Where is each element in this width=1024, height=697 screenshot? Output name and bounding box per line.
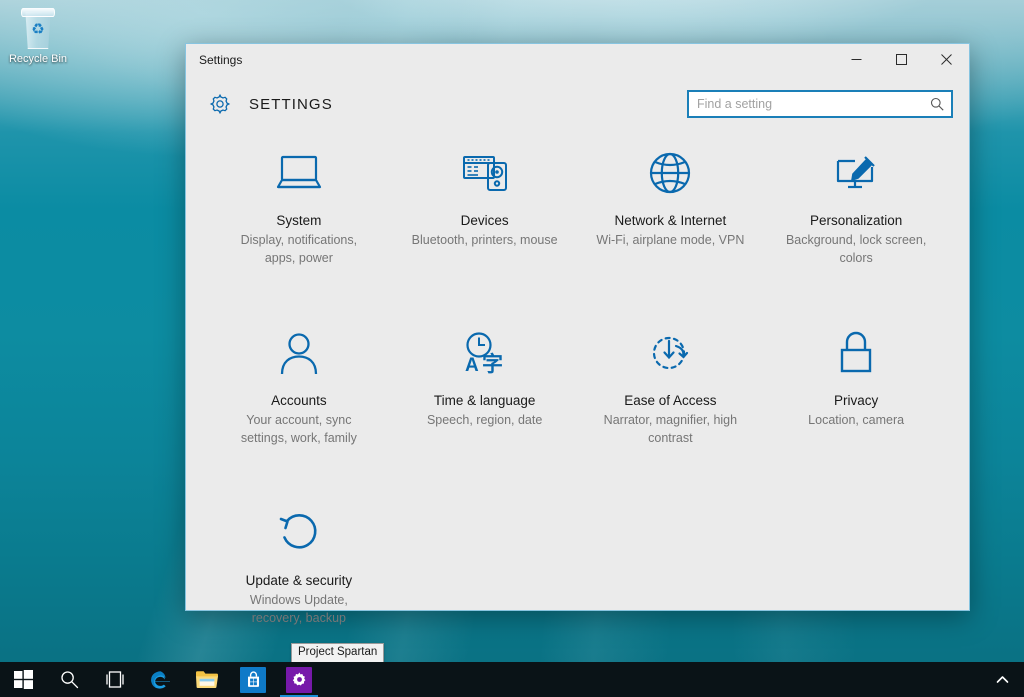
settings-tile-ease-of-access[interactable]: Ease of Access Narrator, magnifier, high… (578, 317, 764, 497)
tile-title: System (276, 213, 322, 228)
taskbar-tooltip: Project Spartan (291, 643, 385, 663)
tile-title: Ease of Access (624, 393, 717, 408)
settings-tile-privacy[interactable]: Privacy Location, camera (763, 317, 949, 497)
settings-tile-accounts[interactable]: Accounts Your account, sync settings, wo… (206, 317, 392, 497)
task-view-icon (104, 671, 126, 688)
start-button[interactable] (0, 662, 46, 697)
windows-logo-icon (13, 670, 33, 689)
search-icon (60, 670, 79, 689)
recycle-bin-lid (21, 8, 55, 17)
page-title: SETTINGS (249, 95, 333, 113)
clock-language-icon: A 字 (457, 325, 513, 381)
minimize-button[interactable] (834, 44, 879, 75)
devices-icon (457, 145, 513, 201)
taskbar-empty-area (322, 662, 988, 697)
maximize-button[interactable] (879, 44, 924, 75)
desktop-icon-label: Recycle Bin (8, 53, 68, 65)
gear-icon (286, 666, 312, 693)
desktop[interactable]: ♻ Recycle Bin Settings SETTINGS Find a s… (0, 0, 1024, 697)
laptop-icon (271, 145, 327, 201)
store-button[interactable] (230, 662, 276, 697)
desktop-icon-recycle-bin[interactable]: ♻ Recycle Bin (6, 6, 70, 65)
svg-text:字: 字 (482, 352, 503, 376)
tile-description: Location, camera (808, 413, 905, 427)
tile-title: Personalization (809, 213, 903, 228)
store-bag-icon (240, 666, 266, 693)
globe-icon (642, 145, 698, 201)
edge-button[interactable] (138, 662, 184, 697)
tile-title: Update & security (245, 573, 353, 588)
window-titlebar[interactable]: Settings (186, 44, 969, 75)
tile-description: Narrator, magnifier, high contrast (603, 413, 738, 445)
tile-title: Network & Internet (614, 213, 727, 228)
ease-of-access-icon (642, 325, 698, 381)
window-title: Settings (199, 52, 243, 67)
recycle-symbol-icon: ♻ (31, 21, 45, 38)
monitor-paintbrush-icon (828, 145, 884, 201)
svg-text:A: A (465, 355, 479, 376)
taskbar[interactable] (0, 662, 1024, 697)
settings-tile-devices[interactable]: Devices Bluetooth, printers, mouse (392, 137, 578, 317)
settings-header: SETTINGS (186, 75, 969, 133)
person-icon (271, 325, 327, 381)
show-hidden-icons-button[interactable] (988, 662, 1016, 697)
tile-title: Time & language (433, 393, 536, 408)
folder-icon (195, 669, 219, 690)
tile-description: Wi-Fi, airplane mode, VPN (596, 233, 745, 247)
settings-tile-grid: System Display, notifications, apps, pow… (186, 133, 969, 677)
search-box[interactable] (687, 90, 953, 118)
tile-description: Bluetooth, printers, mouse (411, 233, 558, 247)
settings-taskbar-button[interactable] (276, 662, 322, 697)
window-controls (834, 44, 969, 75)
tile-description: Your account, sync settings, work, famil… (240, 413, 357, 445)
search-input[interactable] (689, 92, 951, 116)
tile-title: Devices (460, 213, 509, 228)
tile-description: Windows Update, recovery, backup (249, 593, 348, 625)
tile-description: Background, lock screen, colors (785, 233, 927, 265)
tile-description: Speech, region, date (426, 413, 543, 427)
gear-icon (208, 92, 232, 116)
tile-description: Display, notifications, apps, power (240, 233, 358, 265)
tile-title: Accounts (271, 393, 327, 408)
tile-title: Privacy (833, 393, 879, 408)
padlock-icon (828, 325, 884, 381)
recycle-bin-icon: ♻ (6, 6, 70, 52)
close-button[interactable] (924, 44, 969, 75)
settings-window[interactable]: Settings SETTINGS Find a setting System … (185, 43, 970, 625)
task-view-button[interactable] (92, 662, 138, 697)
settings-tile-personalization[interactable]: Personalization Background, lock screen,… (763, 137, 949, 317)
settings-tile-time-language[interactable]: A 字 Time & language Speech, region, date (392, 317, 578, 497)
file-explorer-button[interactable] (184, 662, 230, 697)
search-button[interactable] (46, 662, 92, 697)
refresh-icon (271, 505, 327, 561)
edge-icon (149, 668, 173, 692)
settings-tile-system[interactable]: System Display, notifications, apps, pow… (206, 137, 392, 317)
system-tray (988, 662, 1024, 697)
settings-tile-network[interactable]: Network & Internet Wi-Fi, airplane mode,… (578, 137, 764, 317)
search-icon (930, 97, 944, 111)
